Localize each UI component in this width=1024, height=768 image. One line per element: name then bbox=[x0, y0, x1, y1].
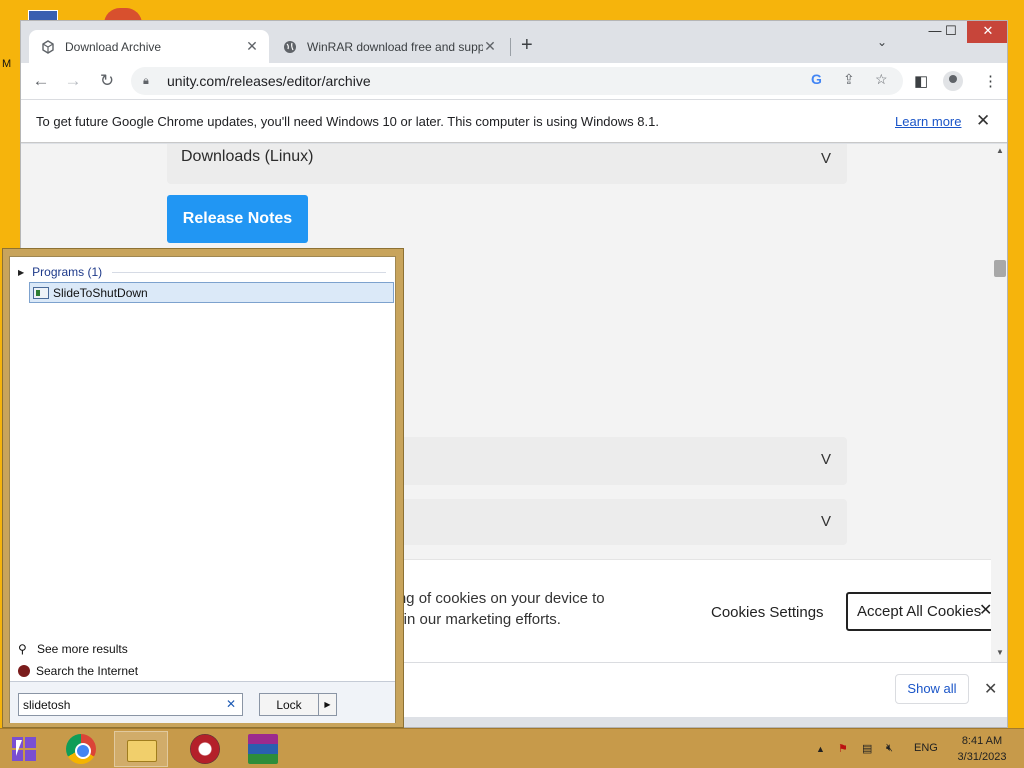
lock-button[interactable]: Lock bbox=[260, 698, 318, 712]
flag-icon[interactable]: ⚑ bbox=[838, 742, 848, 755]
new-tab-button[interactable]: + bbox=[521, 34, 533, 57]
clock-date: 3/31/2023 bbox=[957, 751, 1007, 763]
folder-icon bbox=[127, 740, 157, 762]
page-scrollbar[interactable]: ▲ ▼ bbox=[991, 144, 1007, 662]
section-divider bbox=[112, 272, 386, 273]
tab-winrar[interactable]: WinRAR download free and supp ✕ bbox=[271, 30, 507, 63]
accordion-label: Downloads (Linux) bbox=[181, 148, 314, 165]
application-icon bbox=[33, 286, 49, 299]
infobar-message: To get future Google Chrome updates, you… bbox=[36, 113, 659, 129]
desktop-label: M bbox=[2, 58, 12, 70]
taskbar-chrome[interactable] bbox=[54, 731, 108, 767]
cookies-settings-button[interactable]: Cookies Settings bbox=[711, 604, 824, 621]
start-menu-results-pane: ▶ Programs (1) SlideToShutDown ⚲ See mor… bbox=[9, 256, 396, 723]
search-internet-link[interactable]: Search the Internet bbox=[18, 664, 138, 678]
tab-title: Download Archive bbox=[65, 39, 162, 54]
url-text: unity.com/releases/editor/archive bbox=[167, 73, 371, 89]
google-lens-icon[interactable]: G bbox=[811, 71, 822, 87]
taskbar-clock[interactable]: 8:41 AM 3/31/2023 bbox=[950, 733, 1014, 765]
start-search-input[interactable] bbox=[18, 693, 243, 716]
learn-more-link[interactable]: Learn more bbox=[895, 114, 961, 129]
tab-download-archive[interactable]: Download Archive ✕ bbox=[29, 30, 269, 63]
maximize-button[interactable]: ☐ bbox=[935, 21, 967, 43]
address-bar[interactable]: 🔒︎ unity.com/releases/editor/archive G ⇪… bbox=[131, 67, 903, 95]
result-label: SlideToShutDown bbox=[53, 285, 148, 300]
scroll-down-arrow-icon[interactable]: ▼ bbox=[996, 648, 1004, 657]
chevron-down-icon: V bbox=[820, 150, 831, 167]
tray-overflow-icon[interactable]: ▲ bbox=[816, 744, 825, 754]
magnifier-icon: ⚲ bbox=[18, 642, 27, 656]
tab-title: WinRAR download free and supp bbox=[307, 39, 483, 54]
section-label: Programs (1) bbox=[32, 265, 103, 279]
browser-logo-icon bbox=[18, 665, 30, 677]
back-arrow-icon[interactable]: ← bbox=[29, 69, 53, 93]
close-tab-icon[interactable]: ✕ bbox=[483, 38, 497, 55]
mouse-cursor bbox=[16, 740, 28, 756]
scroll-up-arrow-icon[interactable]: ▲ bbox=[996, 146, 1004, 155]
power-split-button: Lock ▶ bbox=[259, 693, 337, 716]
chevron-down-icon: V bbox=[820, 513, 831, 530]
lock-icon[interactable]: 🔒︎ bbox=[143, 75, 157, 88]
see-more-results-link[interactable]: ⚲ See more results bbox=[18, 642, 128, 656]
search-result-item[interactable]: SlideToShutDown bbox=[29, 282, 394, 303]
bookmark-star-icon[interactable]: ☆ bbox=[875, 71, 888, 88]
globe-icon bbox=[283, 40, 297, 54]
language-indicator[interactable]: ENG bbox=[914, 742, 938, 754]
app-icon bbox=[190, 734, 220, 764]
close-window-button[interactable]: ✕ bbox=[967, 21, 1007, 43]
taskbar: ▲ ⚑ ▤ 🔇︎ ENG 8:41 AM 3/31/2023 bbox=[0, 728, 1024, 768]
accordion-downloads-linux[interactable]: Downloads (Linux) V bbox=[167, 144, 847, 184]
close-tab-icon[interactable]: ✕ bbox=[245, 38, 259, 55]
taskbar-winrar[interactable] bbox=[236, 731, 290, 767]
browser-toolbar: ← → ↻ 🔒︎ unity.com/releases/editor/archi… bbox=[21, 63, 1007, 99]
reload-icon[interactable]: ↻ bbox=[95, 69, 119, 93]
winrar-icon bbox=[248, 734, 278, 764]
expand-triangle-icon: ▶ bbox=[18, 267, 25, 277]
chrome-icon bbox=[66, 734, 96, 764]
share-icon[interactable]: ⇪ bbox=[843, 71, 855, 88]
power-options-arrow-icon[interactable]: ▶ bbox=[318, 694, 336, 715]
clear-search-icon[interactable]: ✕ bbox=[226, 697, 236, 711]
see-more-label: See more results bbox=[37, 642, 128, 656]
update-infobar: To get future Google Chrome updates, you… bbox=[21, 99, 1007, 143]
chevron-down-icon: V bbox=[820, 451, 831, 468]
unity-icon bbox=[41, 39, 55, 54]
close-icon[interactable]: ✕ bbox=[976, 111, 990, 131]
start-search-row: ✕ Lock ▶ bbox=[10, 681, 395, 723]
tab-search-chevron-icon[interactable]: ⌄ bbox=[877, 35, 887, 49]
cookie-text: toring of cookies on your device to sist… bbox=[377, 590, 605, 628]
tab-strip: Download Archive ✕ WinRAR download free … bbox=[21, 21, 1007, 63]
release-notes-button[interactable]: Release Notes bbox=[167, 195, 308, 243]
tab-separator bbox=[510, 38, 511, 56]
side-panel-icon[interactable]: ◧ bbox=[914, 72, 928, 90]
close-icon[interactable]: ✕ bbox=[984, 679, 997, 699]
clock-time: 8:41 AM bbox=[961, 735, 1003, 747]
forward-arrow-icon[interactable]: → bbox=[61, 69, 85, 93]
programs-section-header[interactable]: ▶ Programs (1) bbox=[18, 265, 102, 279]
start-menu: ▶ Programs (1) SlideToShutDown ⚲ See mor… bbox=[2, 248, 404, 728]
menu-kebab-icon[interactable]: ⋮ bbox=[983, 72, 998, 90]
show-all-button[interactable]: Show all bbox=[895, 674, 969, 704]
taskbar-file-explorer[interactable] bbox=[114, 731, 168, 767]
accept-all-cookies-button[interactable]: Accept All Cookies bbox=[846, 592, 996, 631]
speaker-muted-icon[interactable]: 🔇︎ bbox=[886, 742, 893, 755]
scrollbar-thumb[interactable] bbox=[994, 260, 1006, 277]
search-internet-label: Search the Internet bbox=[36, 664, 139, 678]
taskbar-app-round[interactable] bbox=[178, 731, 232, 767]
network-icon[interactable]: ▤ bbox=[862, 742, 872, 755]
profile-avatar-icon[interactable] bbox=[943, 71, 963, 91]
